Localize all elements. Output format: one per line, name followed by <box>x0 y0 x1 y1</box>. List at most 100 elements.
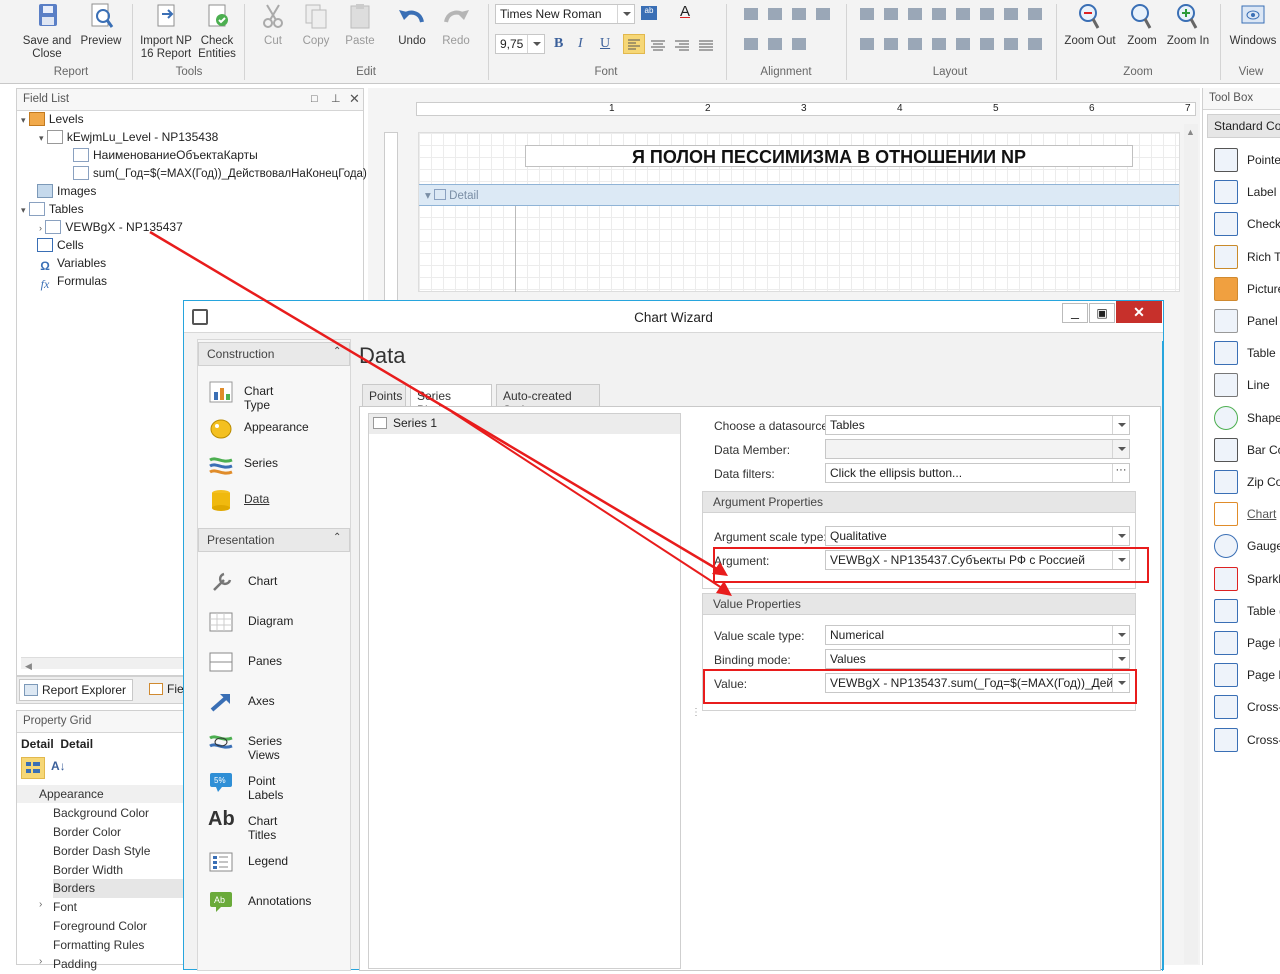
property-row[interactable]: Border Dash Style <box>53 842 199 861</box>
series-list: Series 1 <box>368 413 681 969</box>
check-entities-icon <box>208 4 228 27</box>
band-icon <box>433 189 446 200</box>
detail-band[interactable]: ▾ Detail <box>419 184 1179 206</box>
tree-node-field[interactable]: sum(_Год=$(=MAX(Год))_ДействовалНаКонецГ… <box>73 166 367 184</box>
toolbox-item-label: Label <box>1247 185 1277 200</box>
chevron-right-icon[interactable]: › <box>39 956 42 967</box>
bold-button[interactable]: B <box>554 36 563 52</box>
tab-report-explorer[interactable]: Report Explorer <box>19 679 133 701</box>
ruler-number: 6 <box>1089 103 1095 114</box>
chart-wizard-dialog: Chart Wizard _ ▣ ✕ Construction ⌃ Chart T… <box>183 300 1164 971</box>
tree-node-levels[interactable]: ▾ Levels <box>21 112 84 130</box>
tree-node-images[interactable]: Images <box>37 184 96 202</box>
tab-series-binding[interactable]: Series Binding <box>410 384 492 417</box>
copy-button[interactable]: Copy <box>298 2 334 48</box>
argument-scale-type-combo[interactable]: Qualitative <box>825 526 1130 546</box>
ribbon-separator <box>1056 4 1057 80</box>
property-row[interactable]: Border Width <box>53 861 199 880</box>
justify-button[interactable] <box>696 36 716 54</box>
argument-highlight-box <box>713 547 1149 583</box>
construction-header[interactable]: Construction ⌃ <box>198 342 350 366</box>
pin-icon[interactable]: ⊥ <box>331 92 341 105</box>
highlight-color-icon[interactable]: ab <box>641 6 657 20</box>
property-grid-object: Detail Detail <box>21 737 94 751</box>
property-row-selected[interactable]: Borders <box>53 879 199 898</box>
redo-button[interactable]: Redo <box>436 2 476 48</box>
datasource-combo[interactable]: Tables <box>825 415 1130 435</box>
tab-auto-created-series[interactable]: Auto-created Series <box>496 384 600 417</box>
formula-icon: fx <box>40 277 50 291</box>
toolbox-category[interactable]: Standard Cont <box>1207 114 1280 138</box>
series-list-item[interactable]: Series 1 <box>369 414 680 434</box>
align-right-button[interactable] <box>672 36 692 54</box>
chevron-down-icon <box>1112 440 1129 458</box>
property-row[interactable]: Border Color <box>53 823 199 842</box>
cut-button[interactable]: Cut <box>256 2 290 48</box>
font-color-icon[interactable]: A <box>680 3 690 20</box>
splitter-handle[interactable]: ⋮ <box>691 707 701 718</box>
tree-node-variables[interactable]: Ω Variables <box>37 256 106 274</box>
zoom-in-button[interactable]: Zoom In <box>1166 2 1210 48</box>
tree-node-cells[interactable]: Cells <box>37 238 84 256</box>
align-center-button[interactable] <box>648 36 668 54</box>
maximize-button[interactable]: ▣ <box>1089 303 1115 323</box>
paste-button[interactable]: Paste <box>342 2 378 48</box>
copy-icon <box>305 4 327 29</box>
categorized-button[interactable] <box>21 757 45 779</box>
level-icon <box>46 130 63 144</box>
font-size-combo[interactable]: 9,75 <box>495 34 545 54</box>
align-left-button[interactable] <box>623 34 645 54</box>
zoom-button[interactable]: Zoom <box>1122 2 1162 48</box>
property-row[interactable]: Font <box>53 898 199 917</box>
ribbon-group-zoom: Zoom <box>1123 66 1153 78</box>
close-button[interactable]: ✕ <box>1116 301 1162 323</box>
report-title-label[interactable]: Я ПОЛОН ПЕССИМИЗМА В ОТНОШЕНИИ NP <box>525 145 1133 167</box>
binding-mode-combo[interactable]: Values <box>825 649 1130 669</box>
ruler-number: 7 <box>1185 103 1191 114</box>
import-np16-report-button[interactable]: Import NP 16 Report <box>138 2 194 61</box>
cells-icon <box>37 238 53 252</box>
ruler-number: 1 <box>609 103 615 114</box>
ribbon-separator <box>1220 4 1221 80</box>
property-row[interactable]: Formatting Rules <box>53 936 199 955</box>
ribbon-group-view: View <box>1238 66 1264 78</box>
page-title: Data <box>359 343 406 368</box>
italic-button[interactable]: I <box>578 36 583 52</box>
tree-node-field[interactable]: НаименованиеОбъектаКарты <box>73 148 258 166</box>
chevron-right-icon[interactable]: › <box>39 899 42 910</box>
property-row[interactable]: Foreground Color <box>53 917 199 936</box>
tree-node-formulas[interactable]: fx Formulas <box>37 274 107 292</box>
presentation-header[interactable]: Presentation ⌃ <box>198 528 350 552</box>
tree-node-level[interactable]: ▾ kEwjmLu_Level - NP135438 <box>39 130 218 148</box>
save-and-close-button[interactable]: Save and Close <box>20 2 74 61</box>
zoom-out-button[interactable]: Zoom Out <box>1064 2 1116 48</box>
value-scale-type-combo[interactable]: Numerical <box>825 625 1130 645</box>
vertical-scrollbar[interactable]: ▲ <box>1184 124 1198 964</box>
property-row[interactable]: Background Color <box>53 804 199 823</box>
data-filters-field[interactable]: Click the ellipsis button... ··· <box>825 463 1130 483</box>
margin-line <box>515 206 516 292</box>
underline-button[interactable]: U <box>600 36 610 52</box>
table-of-contents-icon <box>1214 598 1238 623</box>
table-icon <box>45 220 62 234</box>
dialog-titlebar: Chart Wizard _ ▣ ✕ <box>184 301 1163 333</box>
toolbox-item-label: Table <box>1247 346 1276 361</box>
tree-node-tables[interactable]: ▾ Tables <box>21 202 84 220</box>
tab-points[interactable]: Points <box>362 384 406 406</box>
close-icon[interactable]: ✕ <box>349 91 360 107</box>
data-member-combo[interactable] <box>825 439 1130 459</box>
minimize-button[interactable]: _ <box>1062 303 1088 323</box>
undo-button[interactable]: Undo <box>392 2 432 48</box>
preview-button[interactable]: Preview <box>78 2 124 48</box>
check-entities-button[interactable]: Check Entities <box>196 2 238 61</box>
table-icon <box>1214 341 1238 366</box>
ellipsis-button[interactable]: ··· <box>1112 464 1129 482</box>
panes-icon <box>209 652 233 672</box>
window-maximize-icon[interactable]: □ <box>311 93 318 105</box>
sort-alphabetical-icon[interactable]: A↓ <box>51 759 66 773</box>
categorized-icon <box>26 762 40 773</box>
font-name-combo[interactable]: Times New Roman <box>495 4 635 24</box>
horizontal-scrollbar[interactable]: ◀ <box>21 657 197 671</box>
tree-node-table[interactable]: › VEWBgX - NP135437 <box>39 220 183 238</box>
windows-button[interactable]: Windows <box>1228 2 1278 48</box>
